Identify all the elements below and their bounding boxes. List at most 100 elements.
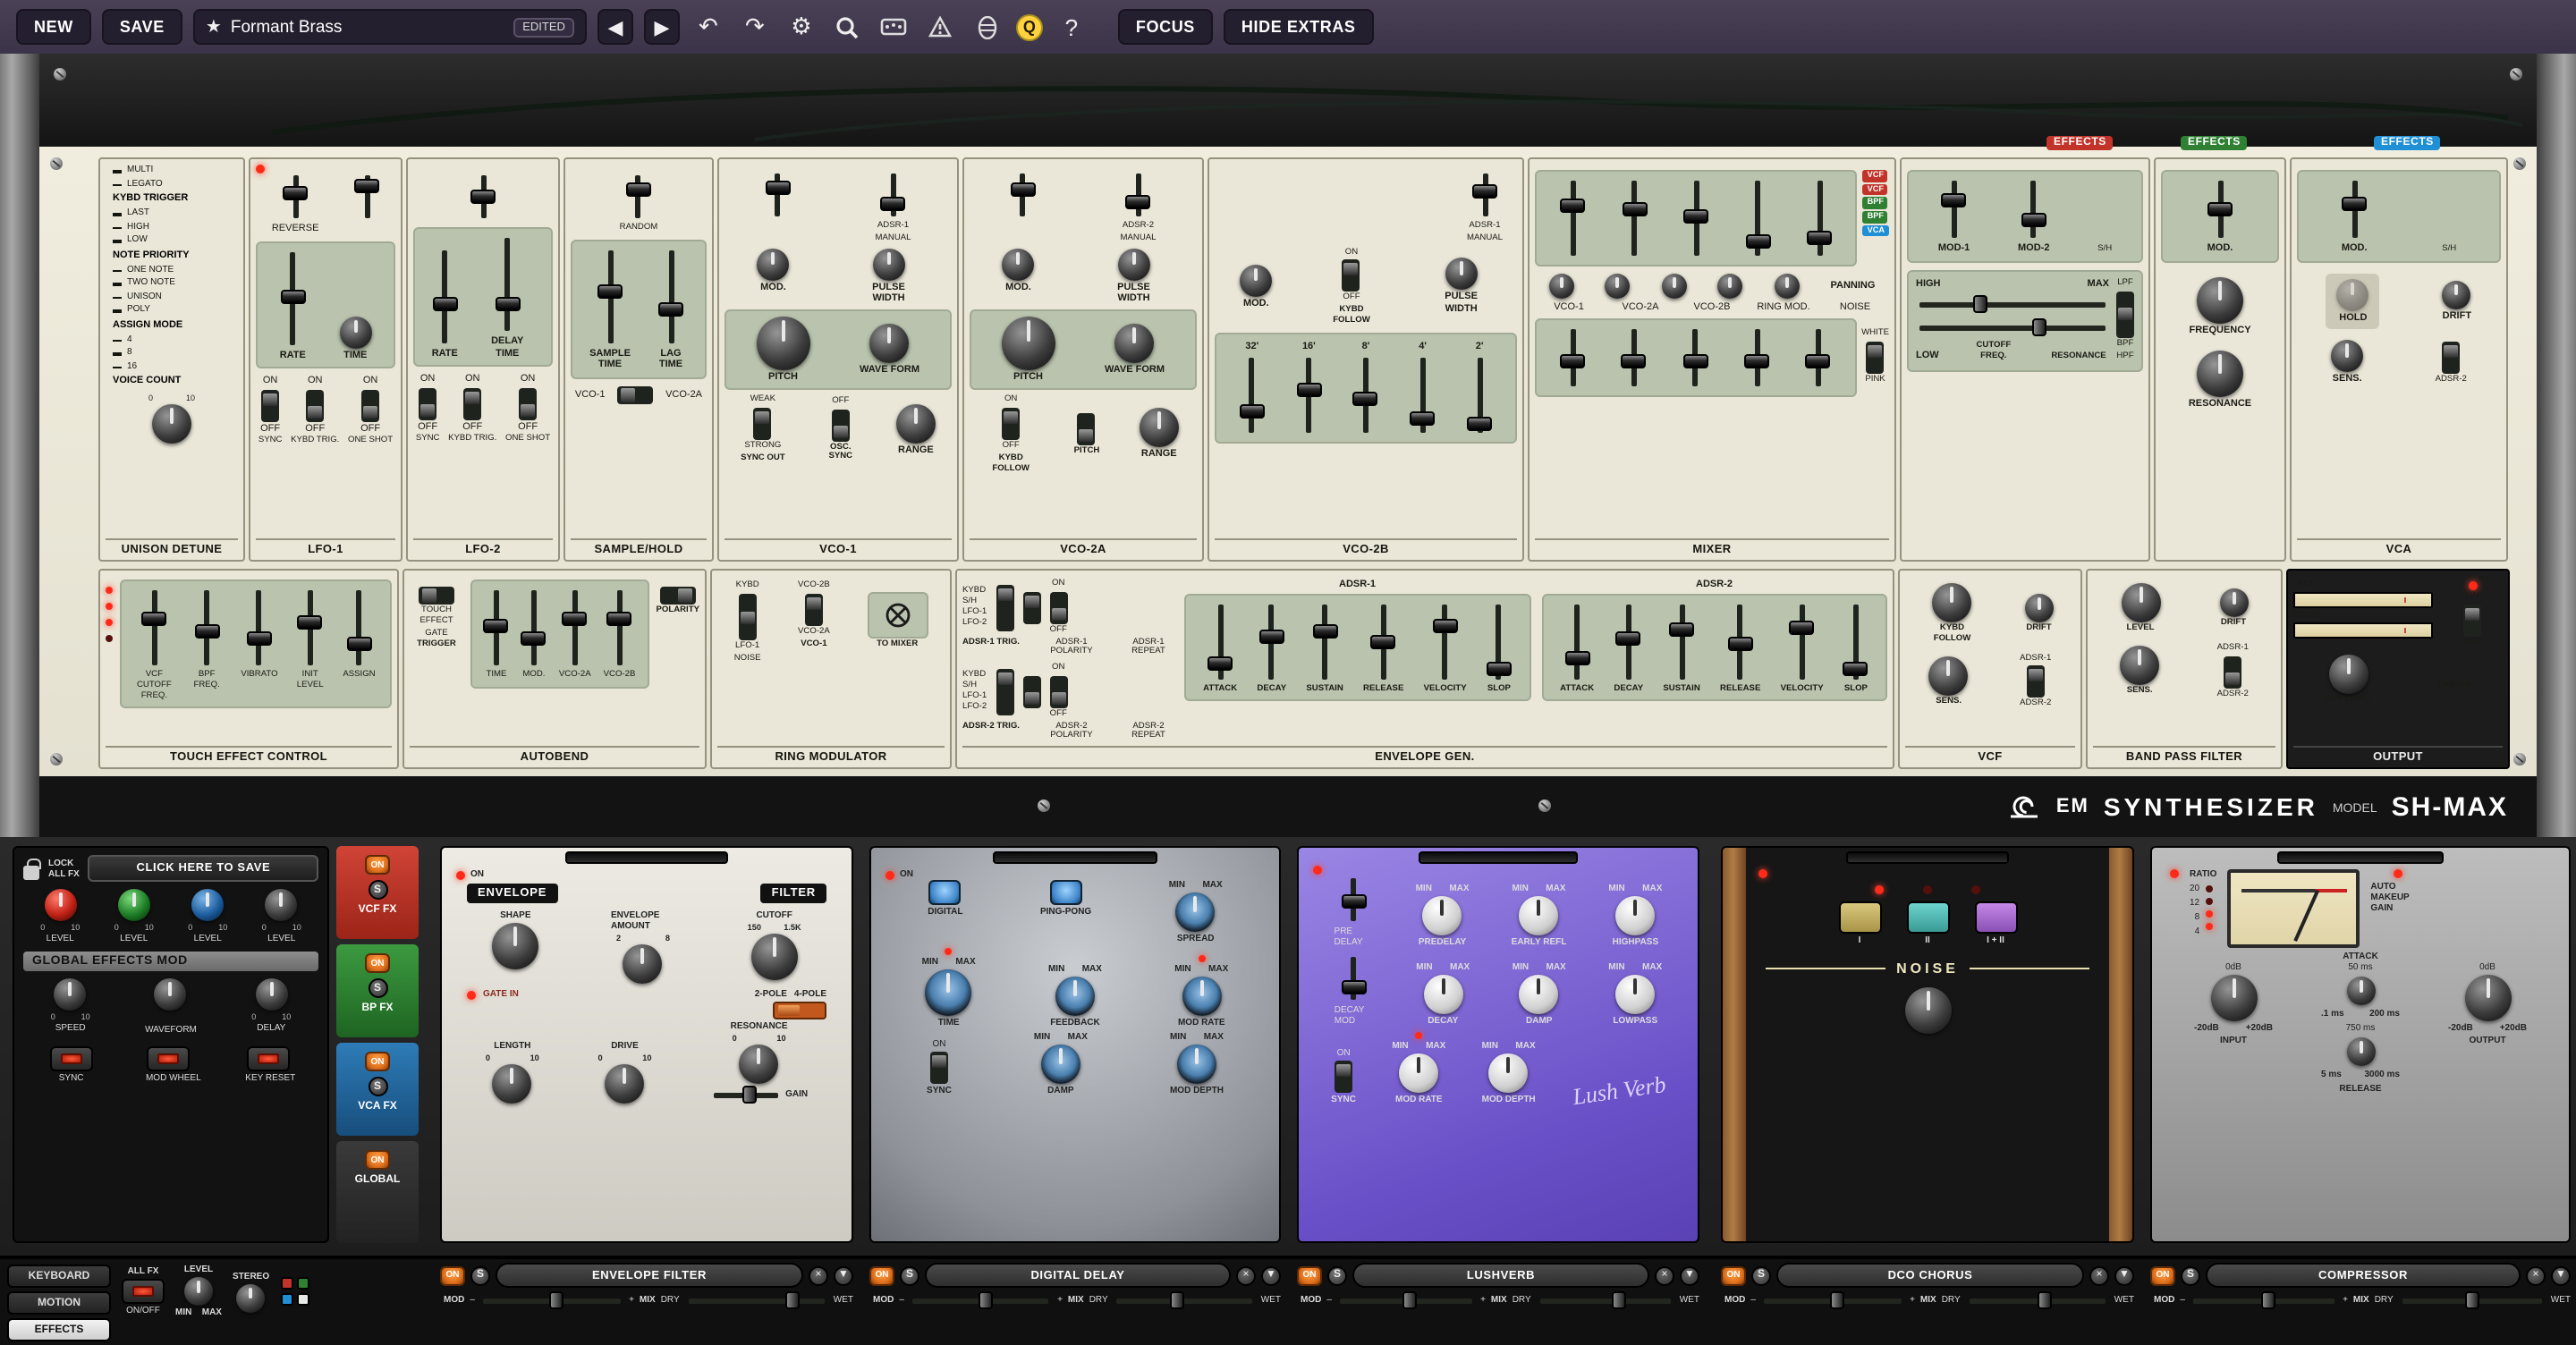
slot1-mix-slider[interactable] <box>685 1291 828 1309</box>
ringmod-to-mixer-jack[interactable] <box>867 592 928 639</box>
vco2a-pitch-knob[interactable] <box>1002 316 1055 369</box>
adsr1-sustain-slider[interactable] <box>1312 600 1337 682</box>
lfo1-kybd-trig-switch[interactable] <box>306 390 324 422</box>
ratio-led-meter[interactable] <box>2205 884 2212 930</box>
option-two-note[interactable]: TWO NOTE <box>106 277 238 291</box>
bp-fx-on-button[interactable]: ON <box>365 953 390 973</box>
touch-init-level-slider[interactable] <box>298 587 323 669</box>
slot1-mod-slider[interactable] <box>480 1291 623 1309</box>
vco1-pitch-knob[interactable] <box>757 316 810 369</box>
vcf-drift-knob[interactable] <box>2025 594 2054 622</box>
quick-assign-badge[interactable]: Q <box>1016 13 1043 40</box>
mod-rate-knob[interactable] <box>1399 1053 1438 1093</box>
autobend-trigger-switch[interactable] <box>419 587 454 605</box>
option-low[interactable]: LOW <box>106 234 238 248</box>
slot2-remove-button[interactable]: × <box>1236 1265 1256 1285</box>
mixer-pan-vco2a-knob[interactable] <box>1606 274 1631 299</box>
vco1-pulse-width-knob[interactable] <box>873 248 905 280</box>
lfo1-one-shot-switch[interactable] <box>361 390 379 422</box>
vcf-resonance-slider[interactable] <box>1916 318 2109 336</box>
adsr2-sustain-slider[interactable] <box>1669 600 1694 682</box>
lfo1-reverse-slider[interactable] <box>283 172 308 222</box>
unison-detune-knob[interactable] <box>152 404 191 444</box>
mixer-vco1-level-slider[interactable] <box>1560 177 1585 259</box>
vco2b-8ft-slider[interactable] <box>1353 354 1378 436</box>
vcf-mod2-slider[interactable] <box>2021 177 2046 241</box>
vcf-env-source-switch[interactable] <box>2027 666 2045 698</box>
slot5-name[interactable]: COMPRESSOR <box>2206 1263 2521 1288</box>
zoom-icon[interactable] <box>830 9 866 45</box>
vca-fx-solo-button[interactable]: S <box>368 1077 387 1096</box>
bpf-mod-slider[interactable] <box>2207 177 2233 241</box>
ringmod-carrier-switch[interactable] <box>805 594 823 626</box>
vco1-range-knob[interactable] <box>896 403 936 443</box>
new-button[interactable]: NEW <box>16 9 91 45</box>
slot3-expand-button[interactable]: ▼ <box>1680 1265 1699 1285</box>
resonance-knob[interactable] <box>740 1045 779 1084</box>
option-legato[interactable]: LEGATO <box>106 178 238 191</box>
noise-color-switch[interactable] <box>1867 341 1885 373</box>
vco2b-pulse-width-knob[interactable] <box>1445 258 1478 291</box>
autobend-vco2b-slider[interactable] <box>607 587 632 669</box>
adsr1-decay-slider[interactable] <box>1259 600 1284 682</box>
chorus-mode-1-button[interactable] <box>1838 901 1881 934</box>
slot2-solo-button[interactable]: S <box>900 1265 919 1285</box>
slot3-remove-button[interactable]: × <box>1655 1265 1674 1285</box>
lowpass-knob[interactable] <box>1615 975 1655 1014</box>
gain-slider[interactable] <box>710 1086 782 1104</box>
vca-hold-knob[interactable] <box>2337 278 2369 310</box>
output-knob[interactable] <box>2464 975 2511 1021</box>
vcf-cutoff-slider[interactable] <box>1916 295 2109 313</box>
cutoff-knob[interactable] <box>751 934 798 980</box>
slot1-remove-button[interactable]: × <box>809 1265 828 1285</box>
slot5-mix-slider[interactable] <box>2399 1291 2546 1309</box>
option-one-note[interactable]: ONE NOTE <box>106 264 238 277</box>
route-vcf-badge[interactable]: VCF <box>1863 183 1888 195</box>
adsr1-trigger-selector[interactable] <box>996 585 1013 631</box>
bpf-level-knob[interactable] <box>2121 583 2160 622</box>
lfo1-rate-slider[interactable] <box>280 248 305 348</box>
slot2-mod-slider[interactable] <box>910 1291 1052 1309</box>
global-fx-on-button[interactable]: ON <box>365 1150 390 1170</box>
adsr1-velocity-slider[interactable] <box>1433 600 1458 682</box>
slot1-on-button[interactable]: ON <box>440 1265 465 1285</box>
focus-button[interactable]: FOCUS <box>1118 9 1213 45</box>
tab-motion[interactable]: MOTION <box>7 1291 111 1315</box>
option-4-voices[interactable]: 4 <box>106 334 238 347</box>
chain-red-swatch[interactable] <box>280 1277 292 1290</box>
help-icon[interactable]: ? <box>1054 9 1089 45</box>
chorus-mode-2-button[interactable] <box>1906 901 1949 934</box>
vcf-fx-on-button[interactable]: ON <box>365 855 390 875</box>
lfo2-sync-switch[interactable] <box>419 388 436 420</box>
delay-sync-switch[interactable] <box>930 1052 948 1084</box>
vco1-mod-knob[interactable] <box>758 248 790 280</box>
slot2-name[interactable]: DIGITAL DELAY <box>925 1263 1231 1288</box>
slot5-remove-button[interactable]: × <box>2526 1265 2546 1285</box>
mixer-pan-vco2b-knob[interactable] <box>1662 274 1687 299</box>
mod-rate-knob[interactable] <box>1182 977 1221 1016</box>
slot4-name[interactable]: DCO CHORUS <box>1776 1263 2084 1288</box>
pole-switch[interactable] <box>773 1002 826 1019</box>
mixer-pan-slider-1[interactable] <box>1560 325 1585 389</box>
mod-wheel-icon[interactable] <box>970 9 1005 45</box>
vco1-osc-sync-switch[interactable] <box>832 409 850 441</box>
slot3-on-button[interactable]: ON <box>1297 1265 1322 1285</box>
autobend-time-slider[interactable] <box>484 587 509 669</box>
chain-white-swatch[interactable] <box>296 1293 309 1306</box>
digital-mode-button[interactable] <box>929 880 962 905</box>
vca-drift-knob[interactable] <box>2443 280 2471 309</box>
vco2a-kybd-follow-switch[interactable] <box>1002 408 1020 440</box>
vca-sens-knob[interactable] <box>2331 340 2363 372</box>
vco1-mod-source-selector[interactable] <box>766 170 791 220</box>
prev-preset-button[interactable]: ◀ <box>597 9 633 45</box>
slot1-name[interactable]: ENVELOPE FILTER <box>496 1263 803 1288</box>
tab-keyboard[interactable]: KEYBOARD <box>7 1265 111 1288</box>
slot2-mix-slider[interactable] <box>1114 1291 1256 1309</box>
adsr1-slop-slider[interactable] <box>1487 600 1512 682</box>
unit-drag-handle[interactable] <box>564 851 728 864</box>
unit-drag-handle[interactable] <box>2277 851 2444 864</box>
mixer-vco2a-level-slider[interactable] <box>1622 177 1647 259</box>
mixer-noise-level-slider[interactable] <box>1807 177 1832 259</box>
option-unison[interactable]: UNISON <box>106 291 238 304</box>
lfo2-kybd-trig-switch[interactable] <box>463 388 481 420</box>
